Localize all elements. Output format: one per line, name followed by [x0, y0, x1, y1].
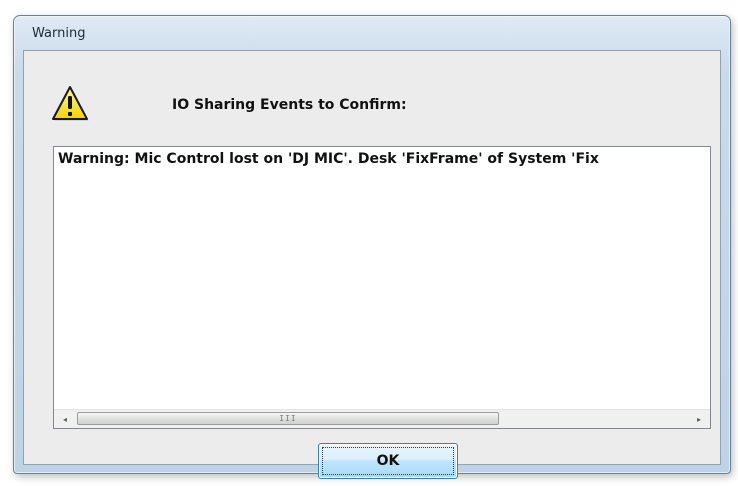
warning-dialog-window: Warning IO Sharing Events to Confirm: Wa… — [13, 15, 731, 479]
desktop-background: Warning IO Sharing Events to Confirm: Wa… — [0, 0, 738, 486]
scroll-right-arrow-icon[interactable]: ▸ — [690, 410, 708, 428]
dialog-client-area: IO Sharing Events to Confirm: Warning: M… — [23, 50, 721, 479]
window-title: Warning — [32, 26, 86, 41]
scrollbar-thumb[interactable]: III — [77, 412, 499, 425]
ok-button-label: OK — [376, 453, 400, 469]
scrollbar-grip-icon: III — [279, 414, 297, 423]
scroll-left-arrow-icon[interactable]: ◂ — [56, 410, 74, 428]
warning-icon — [51, 85, 89, 123]
dialog-heading: IO Sharing Events to Confirm: — [172, 97, 407, 113]
message-line: Warning: Mic Control lost on 'DJ MIC'. D… — [58, 151, 599, 167]
message-text-area[interactable]: Warning: Mic Control lost on 'DJ MIC'. D… — [53, 146, 711, 429]
ok-button[interactable]: OK — [318, 443, 458, 479]
horizontal-scrollbar[interactable]: ◂ III ▸ — [54, 409, 710, 428]
title-bar[interactable]: Warning — [14, 16, 730, 50]
